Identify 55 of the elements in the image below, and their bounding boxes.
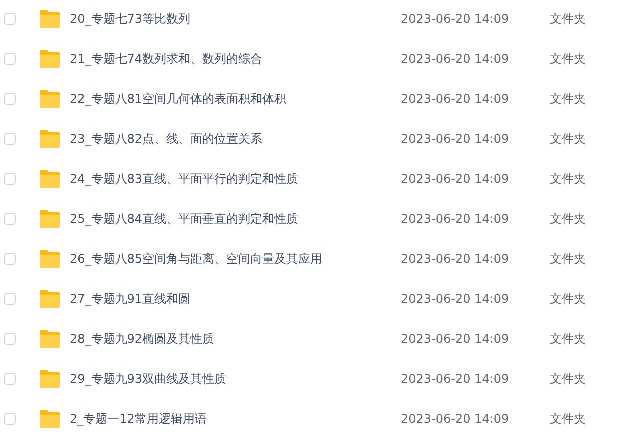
checkbox[interactable] bbox=[4, 93, 16, 105]
file-type: 文件夹 bbox=[550, 210, 586, 228]
file-name[interactable]: 21_专题七74数列求和、数列的综合 bbox=[70, 50, 401, 68]
folder-icon bbox=[40, 410, 60, 428]
file-name[interactable]: 23_专题八82点、线、面的位置关系 bbox=[70, 130, 401, 148]
modified-date: 2023-06-20 14:09 bbox=[401, 172, 510, 186]
folder-icon bbox=[40, 130, 60, 148]
file-type: 文件夹 bbox=[550, 90, 586, 108]
modified-date: 2023-06-20 14:09 bbox=[401, 212, 510, 226]
modified-date: 2023-06-20 14:09 bbox=[401, 252, 510, 266]
checkbox[interactable] bbox=[4, 293, 16, 305]
file-type: 文件夹 bbox=[550, 10, 586, 28]
modified-date: 2023-06-20 14:09 bbox=[401, 372, 510, 386]
checkbox[interactable] bbox=[4, 173, 16, 185]
file-type: 文件夹 bbox=[550, 370, 586, 388]
checkbox[interactable] bbox=[4, 133, 16, 145]
folder-icon bbox=[40, 10, 60, 28]
modified-date: 2023-06-20 14:09 bbox=[401, 292, 510, 306]
checkbox[interactable] bbox=[4, 373, 16, 385]
file-type: 文件夹 bbox=[550, 250, 586, 268]
file-name[interactable]: 22_专题八81空间几何体的表面积和体积 bbox=[70, 90, 401, 108]
modified-date: 2023-06-20 14:09 bbox=[401, 92, 510, 106]
file-type: 文件夹 bbox=[550, 50, 586, 68]
modified-date: 2023-06-20 14:09 bbox=[401, 12, 510, 26]
folder-icon bbox=[40, 250, 60, 268]
file-name[interactable]: 27_专题九91直线和圆 bbox=[70, 290, 401, 308]
folder-icon bbox=[40, 330, 60, 348]
folder-icon bbox=[40, 50, 60, 68]
checkbox[interactable] bbox=[4, 213, 16, 225]
file-name[interactable]: 20_专题七73等比数列 bbox=[70, 10, 401, 28]
file-name[interactable]: 26_专题八85空间角与距离、空间向量及其应用 bbox=[70, 250, 401, 268]
file-type: 文件夹 bbox=[550, 330, 586, 348]
modified-date: 2023-06-20 14:09 bbox=[401, 132, 510, 146]
file-type: 文件夹 bbox=[550, 290, 586, 308]
file-name[interactable]: 25_专题八84直线、平面垂直的判定和性质 bbox=[70, 210, 401, 228]
checkbox[interactable] bbox=[4, 13, 16, 25]
file-name[interactable]: 28_专题九92椭圆及其性质 bbox=[70, 330, 401, 348]
file-type: 文件夹 bbox=[550, 410, 586, 428]
modified-date: 2023-06-20 14:09 bbox=[401, 52, 510, 66]
checkbox[interactable] bbox=[4, 333, 16, 345]
file-type: 文件夹 bbox=[550, 130, 586, 148]
file-type: 文件夹 bbox=[550, 170, 586, 188]
folder-icon bbox=[40, 90, 60, 108]
folder-icon bbox=[40, 370, 60, 388]
file-name[interactable]: 2_专题一12常用逻辑用语 bbox=[70, 410, 401, 428]
modified-date: 2023-06-20 14:09 bbox=[401, 412, 510, 426]
folder-icon bbox=[40, 170, 60, 188]
checkbox[interactable] bbox=[4, 253, 16, 265]
file-name[interactable]: 29_专题九93双曲线及其性质 bbox=[70, 370, 401, 388]
modified-date: 2023-06-20 14:09 bbox=[401, 332, 510, 346]
folder-icon bbox=[40, 290, 60, 308]
file-name[interactable]: 24_专题八83直线、平面平行的判定和性质 bbox=[70, 170, 401, 188]
checkbox[interactable] bbox=[4, 413, 16, 425]
checkbox[interactable] bbox=[4, 53, 16, 65]
folder-icon bbox=[40, 210, 60, 228]
